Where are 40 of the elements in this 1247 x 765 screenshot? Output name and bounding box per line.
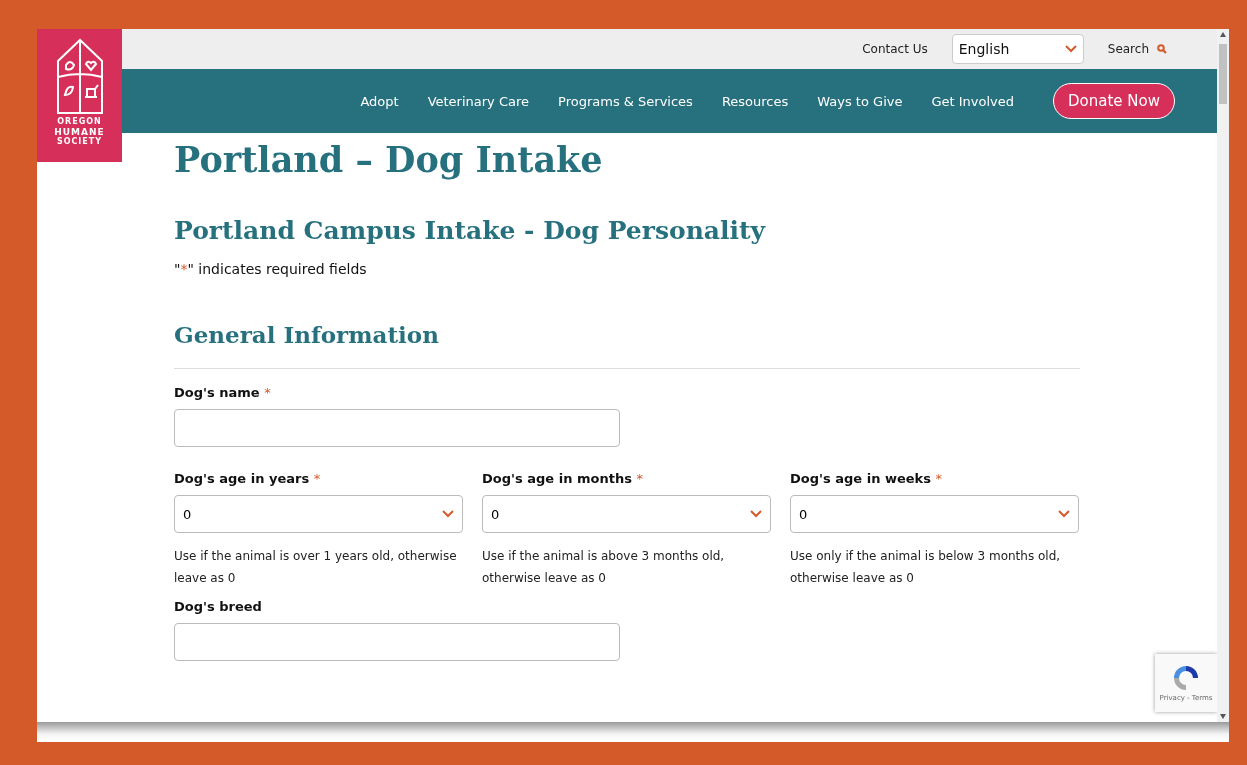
help-text: Use only if the animal is below 3 months old, otherwise leave as 0 xyxy=(790,548,1062,587)
field-label: Dog's age in weeks * xyxy=(790,471,943,486)
section-heading: General Information xyxy=(174,321,440,348)
search-icon xyxy=(1157,44,1167,54)
nav-link[interactable]: Veterinary Care xyxy=(427,93,530,109)
field-label: Dog's breed xyxy=(174,599,263,614)
help-text: Use if the animal is above 3 months old, otherwise leave as 0 xyxy=(482,548,726,587)
chevron-down-icon xyxy=(1058,510,1070,518)
field-label: Dog's name * xyxy=(174,385,272,400)
select-field[interactable]: 0 xyxy=(482,495,771,533)
logo-text: SOCIETY xyxy=(56,137,103,147)
help-text: Use if the animal is over 1 years old, otherwise leave as 0 xyxy=(174,548,458,587)
chevron-down-icon xyxy=(442,510,454,518)
recaptcha-icon xyxy=(1172,664,1200,692)
field-label: Dog's age in years * xyxy=(174,471,322,486)
select-field[interactable]: 0 xyxy=(174,495,463,533)
scroll-down-icon[interactable] xyxy=(1220,714,1226,719)
page-title: Portland – Dog Intake xyxy=(174,138,604,182)
scroll-thumb[interactable] xyxy=(1219,44,1227,104)
nav-link[interactable]: Ways to Give xyxy=(817,93,903,109)
required-note: "*" indicates required fields xyxy=(174,261,368,277)
chevron-down-icon xyxy=(750,510,762,518)
form-title: Portland Campus Intake - Dog Personality xyxy=(174,216,767,245)
nav-link[interactable]: Adopt xyxy=(360,93,399,109)
logo-text: HUMANE xyxy=(54,127,105,137)
logo[interactable]: OREGON HUMANE SOCIETY xyxy=(37,29,122,162)
text-field[interactable] xyxy=(174,409,620,447)
text-field[interactable] xyxy=(174,623,620,661)
nav-link[interactable]: Programs & Services xyxy=(558,93,693,109)
select-field[interactable]: 0 xyxy=(790,495,1079,533)
field-label: Dog's age in months * xyxy=(482,471,644,486)
donate-button[interactable]: Donate Now xyxy=(1053,83,1175,119)
search-link[interactable]: Search xyxy=(1107,42,1167,56)
language-select[interactable]: English xyxy=(951,34,1084,64)
nav-link[interactable]: Get Involved xyxy=(931,93,1014,109)
nav-link[interactable]: Resources xyxy=(721,93,789,109)
logo-text: OREGON xyxy=(57,117,102,127)
scroll-up-icon[interactable] xyxy=(1220,32,1226,37)
chevron-down-icon xyxy=(1064,45,1077,53)
contact-link[interactable]: Contact Us xyxy=(862,42,928,56)
